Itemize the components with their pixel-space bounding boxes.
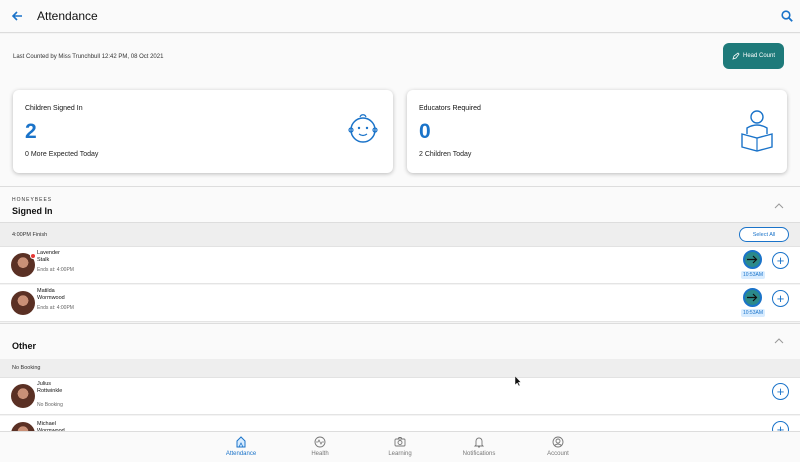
tab-health[interactable]: Health	[290, 436, 350, 462]
avatar	[11, 253, 36, 277]
add-button[interactable]: +	[772, 252, 789, 269]
children-signed-in-card: Children Signed In 2 0 More Expected Tod…	[13, 90, 393, 173]
room-name: HONEYBEES	[12, 197, 53, 203]
ends-at-text: Ends at: 4:00PM	[37, 267, 74, 273]
back-arrow-icon[interactable]	[0, 0, 33, 33]
child-name: Matilda Wormwood	[37, 288, 65, 302]
tab-attendance[interactable]: Attendance	[211, 436, 271, 462]
tab-label: Notifications	[462, 451, 496, 457]
child-first-name: Lavender	[37, 250, 60, 256]
card-label: Children Signed In	[25, 105, 83, 112]
card-value: 2	[25, 120, 37, 143]
child-first-name: Michael	[37, 421, 56, 427]
bell-icon	[473, 437, 485, 448]
section-title: Other	[12, 341, 37, 351]
alert-badge	[30, 253, 36, 259]
search-icon[interactable]	[780, 9, 794, 23]
child-last-name: Rottwinkle	[37, 388, 63, 394]
sign-out-button[interactable]	[743, 288, 762, 307]
child-first-name: Matilda	[37, 288, 55, 294]
tab-label: Attendance	[225, 451, 257, 457]
educators-required-card: Educators Required 0 2 Children Today	[407, 90, 787, 173]
add-button[interactable]: +	[772, 383, 789, 400]
card-value: 0	[419, 120, 431, 143]
mouse-cursor-icon	[515, 376, 522, 386]
bottom-tab-bar: Attendance Health Learning Notifications…	[0, 431, 800, 462]
head-count-label: Head Count	[742, 53, 776, 59]
section-title: Signed In	[12, 206, 53, 216]
group-label: No Booking	[12, 365, 41, 371]
account-icon	[552, 436, 564, 448]
child-last-name: Stalk	[37, 257, 50, 263]
group-label: 4:00PM Finish	[12, 232, 48, 238]
count-info-bar: Last Counted by Miss Trunchbull 12:42 PM…	[0, 34, 800, 82]
pencil-icon	[732, 52, 740, 60]
no-booking-group-header: No Booking	[0, 359, 800, 378]
finish-group-header: 4:00PM Finish Select All	[0, 223, 800, 247]
signed-in-section-header[interactable]: HONEYBEES Signed In	[0, 186, 800, 223]
tab-label: Account	[547, 451, 569, 457]
sign-in-time: 10:53AM	[741, 309, 765, 317]
tab-account[interactable]: Account	[528, 436, 588, 462]
booking-status: No Booking	[37, 402, 63, 408]
child-row[interactable]: Lavender Stalk Ends at: 4:00PM 10:53AM +	[0, 247, 800, 284]
chevron-up-icon[interactable]	[774, 338, 784, 344]
tab-notifications[interactable]: Notifications	[449, 436, 509, 462]
tab-label: Learning	[388, 451, 412, 457]
card-label: Educators Required	[419, 105, 481, 112]
sign-in-time: 10:53AM	[741, 271, 765, 279]
child-row[interactable]: Matilda Wormwood Ends at: 4:00PM 10:53AM…	[0, 285, 800, 322]
chevron-up-icon[interactable]	[774, 203, 784, 209]
child-name: Julius Rottwinkle	[37, 381, 62, 395]
sign-out-button[interactable]	[743, 250, 762, 269]
ends-at-text: Ends at: 4:00PM	[37, 305, 74, 311]
page-title: Attendance	[37, 9, 98, 23]
tab-learning[interactable]: Learning	[370, 436, 430, 462]
last-counted-text: Last Counted by Miss Trunchbull 12:42 PM…	[13, 54, 164, 60]
arrow-right-icon	[747, 293, 758, 302]
child-last-name: Wormwood	[37, 295, 65, 301]
tab-label: Health	[311, 451, 329, 457]
select-all-button[interactable]: Select All	[739, 227, 789, 242]
app-bar: Attendance	[0, 0, 800, 33]
avatar	[11, 384, 35, 408]
head-count-button[interactable]: Head Count	[723, 43, 784, 69]
health-icon	[314, 436, 326, 448]
summary-cards: Children Signed In 2 0 More Expected Tod…	[0, 82, 800, 186]
arrow-right-icon	[747, 255, 758, 264]
educator-reading-icon	[741, 110, 773, 152]
attendance-icon	[236, 436, 246, 448]
child-name: Lavender Stalk	[37, 250, 60, 264]
camera-icon	[394, 437, 406, 447]
baby-face-icon	[348, 114, 378, 143]
other-section-header[interactable]: Other	[0, 323, 800, 360]
avatar	[11, 291, 35, 315]
card-subtext: 2 Children Today	[419, 151, 472, 158]
child-first-name: Julius	[37, 381, 52, 387]
child-row[interactable]: Julius Rottwinkle No Booking +	[0, 378, 800, 415]
add-button[interactable]: +	[772, 290, 789, 307]
card-subtext: 0 More Expected Today	[25, 151, 99, 158]
